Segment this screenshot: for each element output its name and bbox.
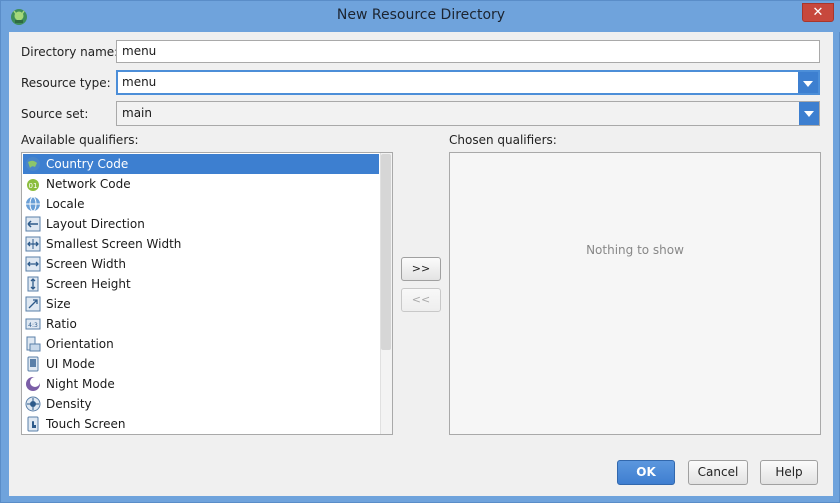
qualifier-item-label: Country Code xyxy=(46,157,129,171)
chosen-qualifiers-label: Chosen qualifiers: xyxy=(449,133,557,147)
qualifier-item-label: Touch Screen xyxy=(46,417,126,431)
qualifier-item[interactable]: Density xyxy=(23,394,379,414)
night-mode-icon xyxy=(25,376,41,392)
qualifier-item-label: Screen Height xyxy=(46,277,131,291)
title-bar[interactable]: New Resource Directory ✕ xyxy=(1,1,840,32)
network-icon: 01 xyxy=(25,176,41,192)
touch-screen-icon xyxy=(25,416,41,432)
source-set-value: main xyxy=(122,106,152,120)
add-qualifier-button[interactable]: >> xyxy=(401,257,441,281)
orientation-icon xyxy=(25,336,41,352)
layout-direction-icon xyxy=(25,216,41,232)
qualifier-item[interactable]: Country Code xyxy=(23,154,379,174)
qualifier-item-label: Ratio xyxy=(46,317,77,331)
qualifier-item[interactable]: 4:3 Ratio xyxy=(23,314,379,334)
empty-state-text: Nothing to show xyxy=(586,243,684,257)
qualifier-item-label: Layout Direction xyxy=(46,217,145,231)
qualifier-item-label: UI Mode xyxy=(46,357,95,371)
ok-button[interactable]: OK xyxy=(617,460,675,485)
qualifier-item-label: Density xyxy=(46,397,92,411)
available-qualifiers-list[interactable]: Country Code 01 Network Code Locale Layout D… xyxy=(21,152,393,435)
qualifier-item-label: Screen Width xyxy=(46,257,126,271)
available-qualifiers-label: Available qualifiers: xyxy=(21,133,139,147)
qualifier-item[interactable]: UI Mode xyxy=(23,354,379,374)
window-title: New Resource Directory xyxy=(336,7,506,23)
qualifier-item-label: Size xyxy=(46,297,71,311)
qualifier-item-label: Locale xyxy=(46,197,85,211)
directory-name-input[interactable]: menu xyxy=(116,40,820,63)
remove-qualifier-button[interactable]: << xyxy=(401,288,441,312)
qualifier-item[interactable]: 01 Network Code xyxy=(23,174,379,194)
help-button[interactable]: Help xyxy=(760,460,818,485)
qualifier-item[interactable]: Smallest Screen Width xyxy=(23,234,379,254)
source-set-select[interactable]: main xyxy=(116,101,820,126)
globe-icon xyxy=(25,156,41,172)
directory-name-label: Directory name: xyxy=(21,45,119,59)
ratio-icon: 4:3 xyxy=(25,316,41,332)
resource-type-select[interactable]: menu xyxy=(116,70,820,95)
qualifier-item-label: Night Mode xyxy=(46,377,115,391)
source-set-label: Source set: xyxy=(21,107,89,121)
dialog-window: New Resource Directory ✕ Directory name:… xyxy=(0,0,840,503)
screen-height-icon xyxy=(25,276,41,292)
close-icon: ✕ xyxy=(812,5,824,20)
qualifier-item[interactable]: Locale xyxy=(23,194,379,214)
qualifier-item[interactable]: Orientation xyxy=(23,334,379,354)
resource-type-value: menu xyxy=(122,75,157,89)
ui-mode-icon xyxy=(25,356,41,372)
screen-width-icon xyxy=(25,256,41,272)
qualifier-item[interactable]: Night Mode xyxy=(23,374,379,394)
qualifier-item[interactable]: Touch Screen xyxy=(23,414,379,434)
chosen-qualifiers-list[interactable]: Nothing to show xyxy=(449,152,821,435)
qualifier-item[interactable]: Screen Height xyxy=(23,274,379,294)
scrollbar-thumb[interactable] xyxy=(381,154,391,350)
locale-globe-icon xyxy=(25,196,41,212)
qualifier-item[interactable]: Size xyxy=(23,294,379,314)
qualifier-item-label: Smallest Screen Width xyxy=(46,237,182,251)
qualifier-item-label: Orientation xyxy=(46,337,114,351)
svg-text:4:3: 4:3 xyxy=(28,322,38,329)
svg-text:01: 01 xyxy=(29,182,38,190)
scrollbar[interactable] xyxy=(380,153,392,434)
chevron-down-icon[interactable] xyxy=(799,102,819,125)
resource-type-label: Resource type: xyxy=(21,76,111,90)
cancel-button[interactable]: Cancel xyxy=(688,460,748,485)
chevron-down-icon[interactable] xyxy=(798,72,818,93)
density-icon xyxy=(25,396,41,412)
size-icon xyxy=(25,296,41,312)
close-button[interactable]: ✕ xyxy=(802,3,834,22)
dialog-content: Directory name: menu Resource type: menu… xyxy=(9,32,833,496)
qualifier-item-label: Network Code xyxy=(46,177,131,191)
qualifier-item[interactable]: Layout Direction xyxy=(23,214,379,234)
qualifier-item[interactable]: Screen Width xyxy=(23,254,379,274)
smallest-width-icon xyxy=(25,236,41,252)
